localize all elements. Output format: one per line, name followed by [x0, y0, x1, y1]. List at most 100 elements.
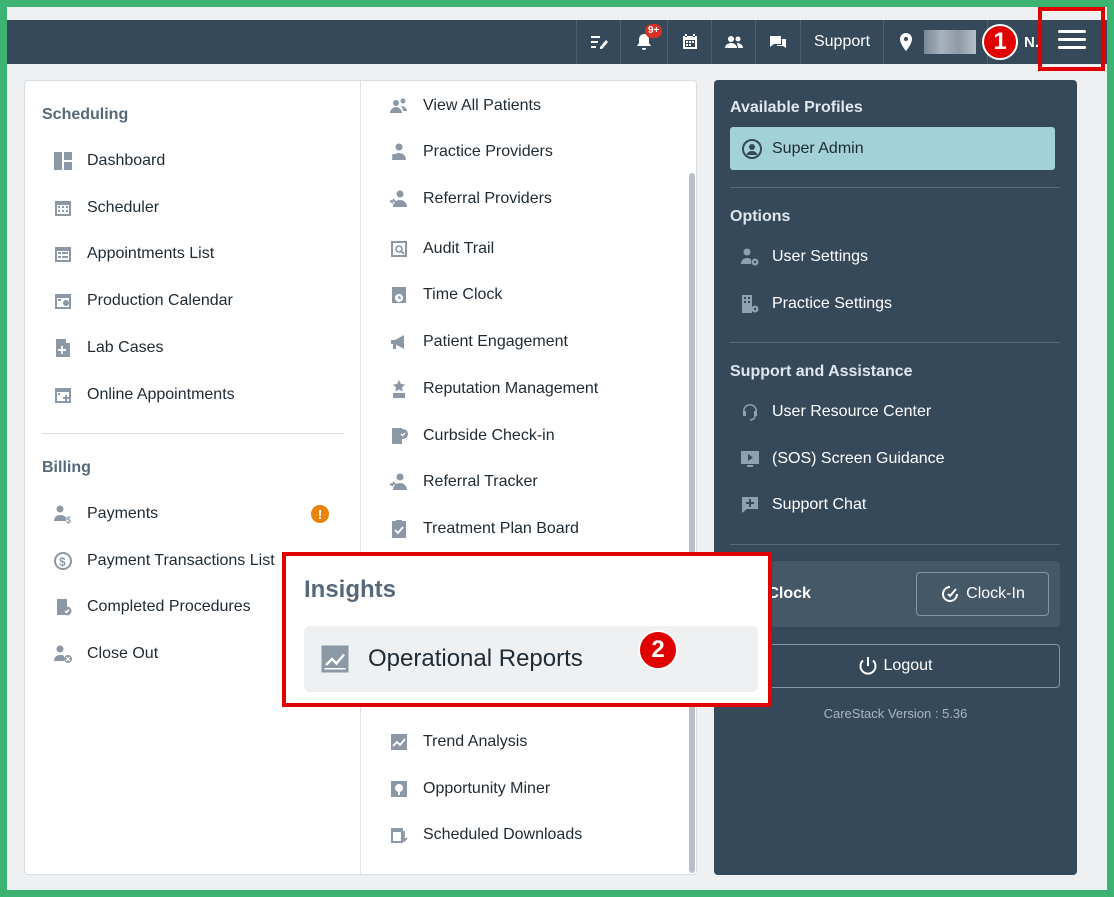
available-profiles-title: Available Profiles [730, 99, 863, 116]
menu-item-patient-engagement[interactable]: Patient Engagement [389, 332, 568, 352]
menu-item-scheduled-downloads[interactable]: Scheduled Downloads [389, 825, 582, 845]
user-circle-icon [742, 138, 762, 159]
menu-item-label: Payment Transactions List [87, 552, 275, 569]
menu-item-lab-cases[interactable]: Lab Cases [53, 338, 164, 358]
menu-item-audit-trail[interactable]: Audit Trail [389, 239, 494, 259]
menu-item-scheduler[interactable]: Scheduler [53, 198, 159, 218]
logout-button[interactable]: Logout [730, 644, 1060, 688]
menu-item-label: Lab Cases [87, 339, 164, 356]
notifications-bell-icon[interactable]: 9+ [620, 20, 667, 64]
chat-icon[interactable] [755, 20, 800, 64]
clipboard-check-icon [53, 597, 73, 617]
menu-item-online-appointments[interactable]: Online Appointments [53, 385, 235, 405]
step-marker-1: 1 [982, 24, 1018, 60]
menu-item-payments[interactable]: $ Payments [53, 504, 158, 524]
menu-item-label: Referral Tracker [423, 473, 538, 490]
notification-count-badge: 9+ [645, 24, 663, 38]
user-gear-icon [741, 248, 759, 266]
practice-settings-item[interactable]: Practice Settings [740, 294, 892, 314]
location-pin-icon [900, 33, 912, 51]
step-marker-2: 2 [638, 630, 678, 670]
menu-item-practice-providers[interactable]: Practice Providers [389, 142, 553, 162]
trend-chart-icon [389, 732, 409, 752]
menu-item-operational-reports[interactable]: Operational Reports [304, 626, 758, 692]
report-chart-icon [321, 645, 349, 673]
clock-check-icon [942, 586, 959, 602]
panel-divider [730, 544, 1060, 545]
menu-item-label: Completed Procedures [87, 598, 251, 615]
profile-label: Super Admin [772, 139, 864, 157]
section-divider [42, 433, 344, 434]
menu-item-label: Opportunity Miner [423, 780, 551, 797]
menu-item-label: Audit Trail [423, 240, 495, 257]
menu-item-close-out[interactable]: Close Out [53, 644, 158, 664]
menu-item-referral-tracker[interactable]: Referral Tracker [389, 472, 538, 492]
patients-icon [389, 96, 409, 116]
user-close-icon [53, 644, 73, 664]
menu-item-curbside-check-in[interactable]: Curbside Check-in [389, 426, 555, 446]
panel-divider [730, 187, 1060, 188]
top-navbar: 9+ Support N. [7, 20, 1107, 64]
clock-in-button[interactable]: Clock-In [916, 572, 1049, 616]
support-item-label: Support Chat [772, 496, 867, 513]
menu-item-completed-procedures[interactable]: Completed Procedures [53, 597, 251, 617]
payments-alert-icon: ! [311, 505, 329, 523]
menu-item-dashboard[interactable]: Dashboard [53, 151, 165, 171]
chat-plus-icon [742, 497, 758, 513]
menu-item-time-clock[interactable]: Time Clock [389, 285, 502, 305]
menu-item-production-calendar[interactable]: Production Calendar [53, 291, 233, 311]
menu-item-label: Reputation Management [423, 380, 599, 397]
user-dollar-icon: $ [53, 504, 73, 524]
menu-item-label: Scheduler [87, 199, 160, 216]
menu-item-referral-providers[interactable]: Referral Providers [389, 189, 552, 209]
calendar-list-icon [53, 244, 73, 264]
svg-text:$: $ [59, 555, 66, 569]
profile-super-admin[interactable]: Super Admin [730, 127, 1055, 170]
menu-item-opportunity-miner[interactable]: Opportunity Miner [389, 779, 550, 799]
version-text: CareStack Version : 5.36 [823, 706, 968, 721]
support-chat-item[interactable]: Support Chat [740, 495, 866, 515]
menu-item-label: Appointments List [87, 245, 215, 262]
time-clock-box: e Clock Clock-In [730, 561, 1060, 627]
users-icon[interactable] [711, 20, 755, 64]
app-frame: 9+ Support N. 1 Scheduling Dashboard Sch… [7, 7, 1107, 890]
dashboard-icon [53, 151, 73, 171]
menu-item-treatment-plan-board[interactable]: Treatment Plan Board [389, 519, 579, 539]
menu-item-payment-transactions-list[interactable]: $ Payment Transactions List [53, 551, 275, 571]
calendar-gear-icon [53, 291, 73, 311]
options-title: Options [730, 208, 791, 225]
menu-item-label: View All Patients [423, 97, 541, 114]
menu-item-label: Scheduled Downloads [423, 826, 583, 843]
menu-item-label: Close Out [87, 645, 159, 662]
user-resource-center-item[interactable]: User Resource Center [740, 402, 931, 422]
menu-scrollbar[interactable] [689, 173, 695, 873]
menu-item-label: Treatment Plan Board [423, 520, 579, 537]
support-item-label: (SOS) Screen Guidance [772, 450, 945, 467]
calendar-plus-icon [53, 385, 73, 405]
tasks-icon[interactable] [576, 20, 620, 64]
menu-item-reputation-management[interactable]: Reputation Management [389, 379, 598, 399]
main-menu-button[interactable] [1038, 7, 1105, 71]
lab-case-icon [53, 338, 73, 358]
sos-screen-guidance-item[interactable]: (SOS) Screen Guidance [740, 449, 945, 469]
menu-item-label: Curbside Check-in [423, 427, 555, 444]
user-settings-item[interactable]: User Settings [740, 247, 868, 267]
location-selector[interactable] [883, 20, 987, 64]
menu-item-label: Trend Analysis [423, 733, 528, 750]
menu-item-view-all-patients[interactable]: View All Patients [389, 96, 541, 116]
insights-title: Insights [304, 576, 397, 603]
support-link[interactable]: Support [800, 20, 883, 64]
dollar-cycle-icon: $ [53, 551, 73, 571]
calendar-icon[interactable] [667, 20, 711, 64]
curbside-checkin-icon [389, 426, 409, 446]
headset-icon [743, 404, 757, 421]
svg-text:$: $ [66, 515, 71, 524]
navigation-menu-panel: Scheduling Dashboard Scheduler Appointme… [24, 80, 697, 876]
opportunity-miner-icon [389, 779, 409, 799]
referral-tracker-icon [389, 472, 409, 492]
calendar-grid-icon [53, 198, 73, 218]
menu-item-appointments-list[interactable]: Appointments List [53, 244, 214, 264]
option-label: Practice Settings [772, 295, 893, 312]
menu-item-trend-analysis[interactable]: Trend Analysis [389, 732, 527, 752]
billing-section-title: Billing [42, 459, 91, 476]
